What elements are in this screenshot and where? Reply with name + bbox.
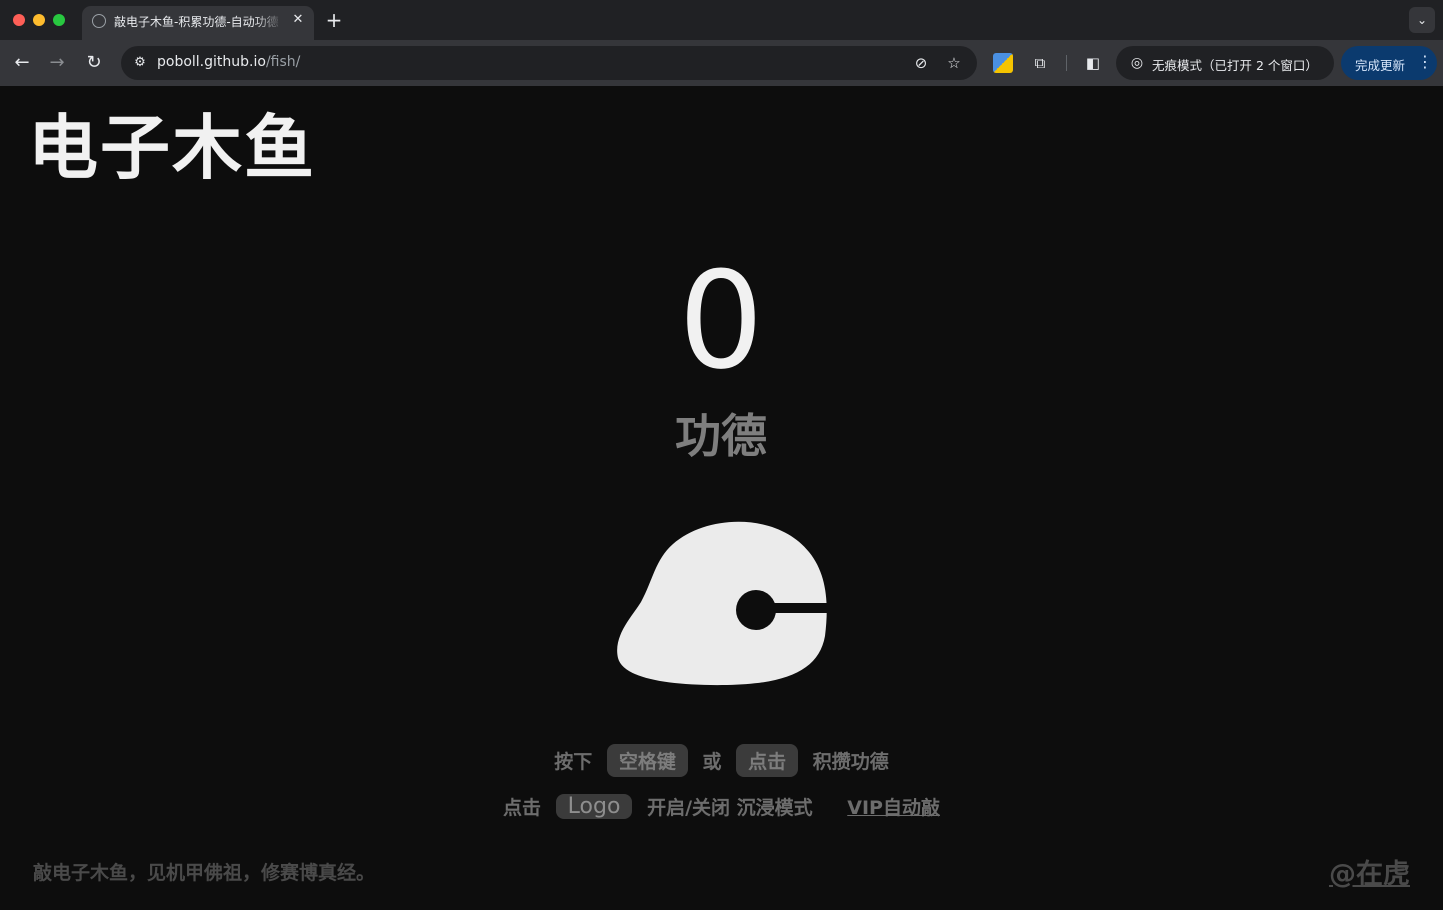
minimize-window-button[interactable] [33,14,45,26]
wooden-fish-mouth [760,603,829,613]
hint-accumulate: 积攒功德 [812,751,889,773]
eye-off-icon[interactable]: ⊘ [910,52,932,74]
update-label: 完成更新 [1355,58,1406,73]
globe-icon [92,14,106,28]
url-host: poboll.github.io [157,54,266,70]
click-key-badge: 点击 [736,744,799,777]
url-text[interactable]: poboll.github.io/fish/ [157,54,300,70]
more-menu-icon[interactable]: ⋮ [1417,52,1433,71]
wooden-fish-icon[interactable] [615,518,829,688]
extension-download-icon[interactable] [993,53,1013,73]
hint-row-immersive: 点击 Logo 开启/关闭 沉浸模式 VIP自动敲 [0,793,1443,820]
author-link[interactable]: @在虎 [1329,852,1410,891]
merit-counter: 0 [621,254,821,388]
merit-counter-value: 0 [678,243,764,399]
incognito-indicator[interactable]: ◎ 无痕模式（已打开 2 个窗口） [1116,46,1334,80]
maximize-window-button[interactable] [53,14,65,26]
close-tab-icon[interactable]: ✕ [290,12,306,28]
site-info-icon[interactable]: ⚙ [129,52,151,74]
page-content: 电子木鱼 0 功德 按下 空格键 或 点击 积攒功德 点击 Logo 开启/关闭… [0,86,1443,910]
hint-or: 或 [702,751,722,773]
hint-press: 按下 [554,751,593,773]
tab-title-fade [254,10,284,32]
incognito-label: 无痕模式（已打开 2 个窗口） [1152,58,1318,73]
footer-slogan: 敲电子木鱼，见机甲佛祖，修赛博真经。 [33,862,376,884]
vip-auto-tap-link[interactable]: VIP自动敲 [847,793,940,820]
active-tab[interactable]: 敲电子木鱼-积累功德-自动功德 ✕ [82,6,314,40]
merit-label: 功德 [675,409,767,463]
side-panel-icon[interactable]: ◧ [1082,52,1104,74]
url-path: /fish/ [265,54,301,70]
reload-icon[interactable]: ↻ [81,50,107,76]
hint-row-accumulate: 按下 空格键 或 点击 积攒功德 [0,744,1443,777]
back-icon[interactable]: ← [9,50,35,76]
new-tab-button[interactable]: + [322,8,346,32]
space-key-badge: 空格键 [606,744,688,777]
hint-toggle-immersive: 开启/关闭 沉浸模式 [647,797,813,819]
browser-toolbar: ← → ↻ ⚙ poboll.github.io/fish/ ⊘ ☆ ⧉ ◧ ◎… [0,40,1443,86]
update-button[interactable]: 完成更新 ⋮ [1341,46,1437,80]
logo-key-badge: Logo [555,794,633,819]
tab-search-chevron-icon[interactable]: ⌄ [1409,7,1435,33]
hint-click: 点击 [503,797,542,819]
bookmark-star-icon[interactable]: ☆ [943,52,965,74]
address-bar[interactable]: ⚙ poboll.github.io/fish/ ⊘ ☆ [121,46,977,80]
close-window-button[interactable] [13,14,25,26]
logo-title[interactable]: 电子木鱼 [28,106,316,190]
forward-icon[interactable]: → [44,50,70,76]
toolbar-divider [1066,55,1067,71]
extensions-puzzle-icon[interactable]: ⧉ [1029,52,1051,74]
incognito-icon: ◎ [1130,55,1144,71]
tab-strip: 敲电子木鱼-积累功德-自动功德 ✕ + ⌄ [0,0,1443,40]
